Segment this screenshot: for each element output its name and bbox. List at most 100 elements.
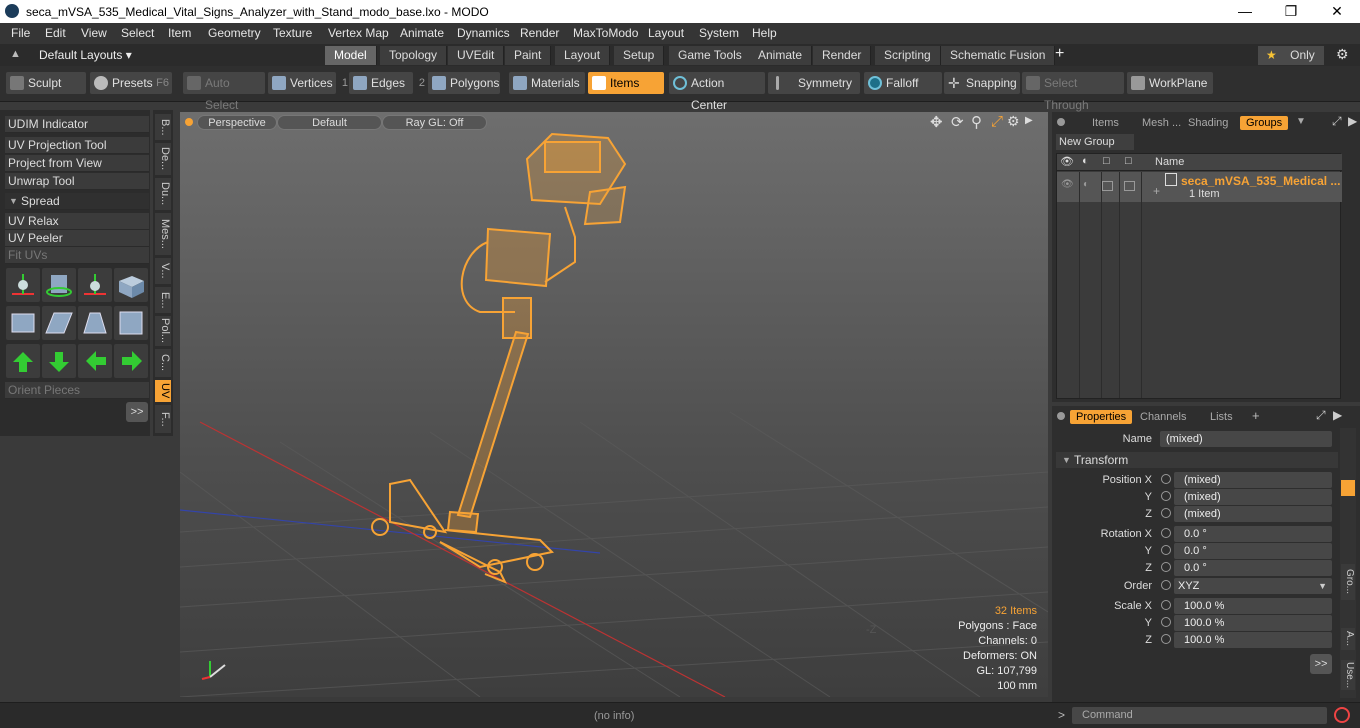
scale-y-field[interactable]: 100.0 %	[1174, 615, 1332, 631]
uv-left-icon[interactable]	[78, 344, 112, 378]
zoom-view-icon[interactable]: ⚲	[971, 113, 982, 131]
scale-z-field[interactable]: 100.0 %	[1174, 632, 1332, 648]
side-tab-e[interactable]: E...	[155, 287, 171, 313]
row-lock-checkbox[interactable]	[1102, 181, 1113, 191]
vertices-button[interactable]: Vertices 1	[268, 72, 348, 94]
expand-properties-icon[interactable]: ⤢	[1316, 408, 1326, 423]
uv-relax-button[interactable]: UV Relax	[5, 213, 149, 230]
unwrap-tool-button[interactable]: Unwrap Tool	[5, 173, 149, 190]
side-tab-mes[interactable]: Mes...	[155, 213, 171, 255]
viewport-gear-icon[interactable]: ⚙	[1007, 113, 1020, 130]
tabs-dropdown-icon[interactable]: ▼	[1296, 116, 1306, 127]
select-column-icon[interactable]: □	[1125, 155, 1132, 167]
tab-schematic-fusion[interactable]: Schematic Fusion	[941, 46, 1056, 65]
menu-view[interactable]: View	[81, 26, 107, 40]
snapping-button[interactable]: ✛ Snapping	[944, 72, 1020, 94]
uv-right-icon[interactable]	[114, 344, 148, 378]
uv-down-icon[interactable]	[42, 344, 76, 378]
uv-scale-icon[interactable]	[114, 268, 148, 302]
scale-x-field[interactable]: 100.0 %	[1174, 598, 1332, 614]
add-tab-icon[interactable]: +	[1055, 45, 1064, 63]
only-toggle[interactable]: ★ Only	[1258, 46, 1324, 65]
menu-animate[interactable]: Animate	[400, 26, 444, 40]
tab-animate[interactable]: Animate	[749, 46, 813, 65]
new-group-button[interactable]: New Group	[1056, 134, 1134, 150]
tab-uvedit[interactable]: UVEdit	[448, 46, 505, 65]
more-tools-button[interactable]: >>	[126, 402, 148, 422]
group-row[interactable]: 👁 ◐ + seca_mVSA_535_Medical ... 1 Item	[1057, 172, 1342, 202]
panel-menu-icon[interactable]: ▶	[1348, 114, 1357, 128]
position-x-animate-icon[interactable]	[1161, 474, 1171, 484]
menu-file[interactable]: File	[11, 26, 30, 40]
fit-uvs-button[interactable]: Fit UVs	[5, 247, 149, 264]
rotation-x-field[interactable]: 0.0 °	[1174, 526, 1332, 542]
row-visibility-icon[interactable]: 👁	[1061, 179, 1074, 190]
rotation-z-animate-icon[interactable]	[1161, 562, 1171, 572]
uv-sphere-icon[interactable]	[114, 306, 148, 340]
order-dropdown[interactable]: XYZ ▼	[1174, 578, 1332, 594]
side-tab-f[interactable]: F...	[155, 405, 171, 433]
uv-move-icon[interactable]	[78, 268, 112, 302]
presets-button[interactable]: Presets F6	[90, 72, 172, 94]
tab-lists[interactable]: Lists	[1204, 410, 1239, 424]
tab-shading[interactable]: Shading	[1182, 116, 1234, 130]
properties-side-active-tab[interactable]	[1341, 480, 1355, 496]
project-from-view-button[interactable]: Project from View	[5, 155, 149, 172]
uv-transform-icon[interactable]	[6, 268, 40, 302]
visibility-column-icon[interactable]: 👁	[1060, 155, 1074, 168]
lock-column-icon[interactable]: □	[1103, 155, 1110, 167]
row-render-icon[interactable]: ◐	[1083, 179, 1089, 190]
rotation-y-field[interactable]: 0.0 °	[1174, 543, 1332, 559]
items-button[interactable]: Items	[588, 72, 664, 94]
scale-x-animate-icon[interactable]	[1161, 600, 1171, 610]
command-input[interactable]: Command	[1072, 707, 1327, 724]
properties-options-icon[interactable]	[1057, 412, 1065, 420]
menu-vertex-map[interactable]: Vertex Map	[328, 26, 389, 40]
uv-peeler-button[interactable]: UV Peeler	[5, 230, 149, 247]
menu-maxtomodo[interactable]: MaxToModo	[573, 26, 638, 40]
position-x-field[interactable]: (mixed)	[1174, 472, 1332, 488]
tab-topology[interactable]: Topology	[380, 46, 448, 65]
tab-groups[interactable]: Groups	[1240, 116, 1289, 130]
menu-layout[interactable]: Layout	[648, 26, 684, 40]
menu-item[interactable]: Item	[168, 26, 191, 40]
expand-panel-icon[interactable]: ⤢	[1332, 114, 1342, 129]
materials-button[interactable]: Materials	[509, 72, 585, 94]
move-view-icon[interactable]: ✥	[930, 113, 943, 131]
uv-cylinder-icon[interactable]	[6, 306, 40, 340]
uv-rotate-icon[interactable]	[42, 268, 76, 302]
add-tab-icon[interactable]: +	[1252, 408, 1260, 423]
fit-view-icon[interactable]: ⤢	[991, 113, 1003, 130]
side-tab-b[interactable]: B...	[155, 114, 171, 140]
uv-planar-icon[interactable]	[42, 306, 76, 340]
record-icon[interactable]	[1334, 707, 1350, 723]
row-expand-icon[interactable]: +	[1153, 184, 1160, 198]
select-through-button[interactable]: Select Through	[1022, 72, 1124, 112]
side-tab-c[interactable]: C...	[155, 349, 171, 377]
menu-texture[interactable]: Texture	[273, 26, 312, 40]
shading-default-dropdown[interactable]: Default	[277, 115, 382, 130]
edges-button[interactable]: Edges 2	[349, 72, 425, 94]
viewport-menu-icon[interactable]: ▶	[1025, 115, 1033, 126]
position-z-animate-icon[interactable]	[1161, 508, 1171, 518]
tab-paint[interactable]: Paint	[505, 46, 552, 65]
menu-select[interactable]: Select	[121, 26, 154, 40]
row-select-checkbox[interactable]	[1124, 181, 1135, 191]
rotate-view-icon[interactable]: ⟳	[951, 113, 964, 131]
minimize-button[interactable]: —	[1222, 0, 1268, 23]
uv-perspective-icon[interactable]	[78, 306, 112, 340]
side-tab-use[interactable]: Use...	[1341, 660, 1355, 690]
tab-scripting[interactable]: Scripting	[875, 46, 941, 65]
rotation-y-animate-icon[interactable]	[1161, 545, 1171, 555]
menu-render[interactable]: Render	[520, 26, 559, 40]
3d-viewport[interactable]: Perspective Default Ray GL: Off ✥ ⟳ ⚲ ⤢ …	[180, 112, 1048, 697]
rotation-x-animate-icon[interactable]	[1161, 528, 1171, 538]
side-tab-de[interactable]: De...	[155, 143, 171, 175]
side-tab-gro[interactable]: Gro...	[1341, 564, 1355, 600]
tab-items[interactable]: Items	[1086, 116, 1125, 130]
uv-up-icon[interactable]	[6, 344, 40, 378]
properties-menu-icon[interactable]: ▶	[1333, 408, 1342, 422]
action-center-button[interactable]: Action Center	[669, 72, 765, 112]
falloff-button[interactable]: Falloff	[864, 72, 942, 94]
default-layouts-dropdown[interactable]: Default Layouts ▾	[39, 48, 132, 62]
